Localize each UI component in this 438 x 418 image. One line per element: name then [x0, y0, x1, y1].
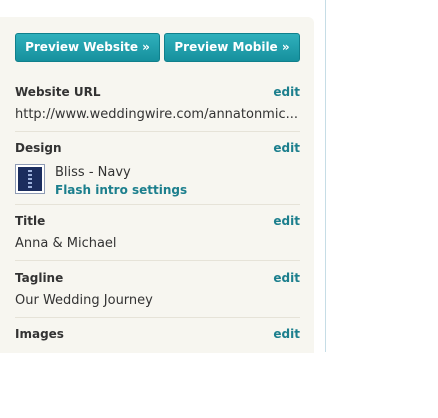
design-theme-thumbnail — [15, 164, 45, 194]
tagline-edit-link[interactable]: edit — [273, 271, 300, 285]
website-settings-panel: Preview Website » Preview Mobile » Websi… — [0, 17, 314, 353]
images-edit-link[interactable]: edit — [273, 327, 300, 341]
design-edit-link[interactable]: edit — [273, 141, 300, 155]
images-label: Images — [15, 327, 64, 341]
website-url-section: Website URL edit http://www.weddingwire.… — [15, 85, 300, 132]
title-label: Title — [15, 214, 46, 228]
title-section: Title edit Anna & Michael — [15, 214, 300, 261]
title-value: Anna & Michael — [15, 236, 117, 251]
flash-intro-settings-link[interactable]: Flash intro settings — [55, 183, 187, 197]
images-section: Images edit — [15, 327, 300, 353]
title-edit-link[interactable]: edit — [273, 214, 300, 228]
design-theme-name: Bliss - Navy — [55, 165, 131, 180]
preview-mobile-button[interactable]: Preview Mobile » — [164, 33, 300, 62]
tagline-section: Tagline edit Our Wedding Journey — [15, 271, 300, 318]
preview-website-button[interactable]: Preview Website » — [15, 33, 160, 62]
website-url-value: http://www.weddingwire.com/annatonmic... — [15, 107, 298, 122]
design-section: Design edit Bliss - Navy Flash intro set… — [15, 141, 300, 205]
panel-right-border — [325, 0, 326, 352]
preview-buttons: Preview Website » Preview Mobile » — [15, 33, 300, 62]
tagline-label: Tagline — [15, 271, 64, 285]
design-label: Design — [15, 141, 62, 155]
website-url-edit-link[interactable]: edit — [273, 85, 300, 99]
tagline-value: Our Wedding Journey — [15, 293, 153, 308]
website-url-label: Website URL — [15, 85, 101, 99]
